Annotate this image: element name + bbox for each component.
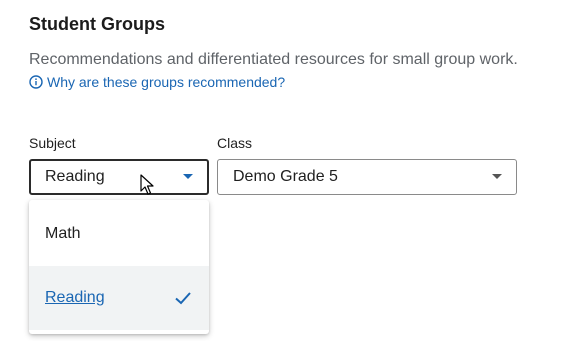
menu-item-math-label: Math — [45, 225, 81, 242]
subject-dropdown-menu: Math Reading — [29, 200, 209, 334]
page-title: Student Groups — [29, 14, 165, 34]
caret-down-icon — [183, 174, 193, 179]
info-circle-icon — [29, 75, 43, 89]
class-select[interactable]: Demo Grade 5 — [217, 159, 517, 195]
menu-item-reading-label: Reading — [45, 289, 105, 306]
check-icon — [175, 292, 191, 305]
caret-down-icon — [492, 174, 502, 179]
subject-label: Subject — [29, 135, 76, 151]
class-label: Class — [217, 135, 253, 151]
menu-item-reading[interactable]: Reading — [29, 266, 209, 330]
subject-select[interactable]: Reading — [29, 159, 209, 195]
page-subtitle: Recommendations and differentiated resou… — [29, 51, 518, 68]
why-recommended-link[interactable]: Why are these groups recommended? — [29, 74, 285, 90]
class-select-value: Demo Grade 5 — [233, 168, 338, 185]
menu-item-math[interactable]: Math — [29, 202, 209, 266]
mouse-pointer-icon — [140, 174, 154, 195]
why-recommended-link-text: Why are these groups recommended? — [47, 74, 286, 90]
subject-select-value: Reading — [45, 168, 105, 185]
